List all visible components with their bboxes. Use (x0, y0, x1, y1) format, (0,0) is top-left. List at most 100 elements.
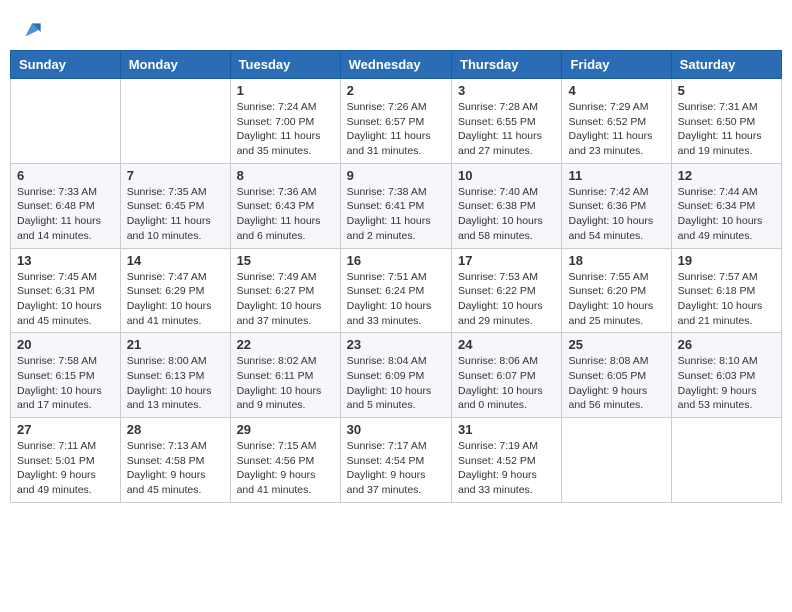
calendar-cell: 27 Sunrise: 7:11 AMSunset: 5:01 PMDaylig… (11, 418, 121, 503)
day-info: Sunrise: 7:44 AMSunset: 6:34 PMDaylight:… (678, 185, 775, 244)
calendar-cell: 2 Sunrise: 7:26 AMSunset: 6:57 PMDayligh… (340, 79, 451, 164)
day-number: 30 (347, 422, 445, 437)
logo-icon (22, 20, 42, 40)
calendar-cell: 9 Sunrise: 7:38 AMSunset: 6:41 PMDayligh… (340, 163, 451, 248)
day-info: Sunrise: 7:17 AMSunset: 4:54 PMDaylight:… (347, 439, 445, 498)
day-info: Sunrise: 7:47 AMSunset: 6:29 PMDaylight:… (127, 270, 224, 329)
weekday-header-wednesday: Wednesday (340, 51, 451, 79)
calendar-cell: 1 Sunrise: 7:24 AMSunset: 7:00 PMDayligh… (230, 79, 340, 164)
day-number: 31 (458, 422, 555, 437)
day-info: Sunrise: 7:13 AMSunset: 4:58 PMDaylight:… (127, 439, 224, 498)
calendar-cell: 28 Sunrise: 7:13 AMSunset: 4:58 PMDaylig… (120, 418, 230, 503)
day-info: Sunrise: 8:00 AMSunset: 6:13 PMDaylight:… (127, 354, 224, 413)
day-info: Sunrise: 7:11 AMSunset: 5:01 PMDaylight:… (17, 439, 114, 498)
calendar-cell: 19 Sunrise: 7:57 AMSunset: 6:18 PMDaylig… (671, 248, 781, 333)
day-number: 17 (458, 253, 555, 268)
day-number: 24 (458, 337, 555, 352)
calendar-cell: 20 Sunrise: 7:58 AMSunset: 6:15 PMDaylig… (11, 333, 121, 418)
day-info: Sunrise: 7:42 AMSunset: 6:36 PMDaylight:… (568, 185, 664, 244)
day-number: 27 (17, 422, 114, 437)
day-number: 10 (458, 168, 555, 183)
calendar-cell: 13 Sunrise: 7:45 AMSunset: 6:31 PMDaylig… (11, 248, 121, 333)
day-number: 18 (568, 253, 664, 268)
calendar-cell: 17 Sunrise: 7:53 AMSunset: 6:22 PMDaylig… (452, 248, 562, 333)
week-row-1: 1 Sunrise: 7:24 AMSunset: 7:00 PMDayligh… (11, 79, 782, 164)
day-number: 2 (347, 83, 445, 98)
calendar-cell: 6 Sunrise: 7:33 AMSunset: 6:48 PMDayligh… (11, 163, 121, 248)
calendar-cell: 22 Sunrise: 8:02 AMSunset: 6:11 PMDaylig… (230, 333, 340, 418)
day-number: 6 (17, 168, 114, 183)
weekday-header-friday: Friday (562, 51, 671, 79)
day-number: 15 (237, 253, 334, 268)
day-number: 3 (458, 83, 555, 98)
day-info: Sunrise: 7:31 AMSunset: 6:50 PMDaylight:… (678, 100, 775, 159)
day-info: Sunrise: 7:24 AMSunset: 7:00 PMDaylight:… (237, 100, 334, 159)
day-info: Sunrise: 7:55 AMSunset: 6:20 PMDaylight:… (568, 270, 664, 329)
day-info: Sunrise: 7:57 AMSunset: 6:18 PMDaylight:… (678, 270, 775, 329)
day-number: 22 (237, 337, 334, 352)
day-info: Sunrise: 7:38 AMSunset: 6:41 PMDaylight:… (347, 185, 445, 244)
calendar-cell: 21 Sunrise: 8:00 AMSunset: 6:13 PMDaylig… (120, 333, 230, 418)
day-info: Sunrise: 7:40 AMSunset: 6:38 PMDaylight:… (458, 185, 555, 244)
calendar-cell: 10 Sunrise: 7:40 AMSunset: 6:38 PMDaylig… (452, 163, 562, 248)
day-number: 9 (347, 168, 445, 183)
calendar-table: SundayMondayTuesdayWednesdayThursdayFrid… (10, 50, 782, 503)
day-number: 25 (568, 337, 664, 352)
day-info: Sunrise: 8:06 AMSunset: 6:07 PMDaylight:… (458, 354, 555, 413)
calendar-cell (11, 79, 121, 164)
day-info: Sunrise: 7:51 AMSunset: 6:24 PMDaylight:… (347, 270, 445, 329)
calendar-body: 1 Sunrise: 7:24 AMSunset: 7:00 PMDayligh… (11, 79, 782, 503)
weekday-header-sunday: Sunday (11, 51, 121, 79)
day-info: Sunrise: 7:15 AMSunset: 4:56 PMDaylight:… (237, 439, 334, 498)
day-number: 20 (17, 337, 114, 352)
day-number: 12 (678, 168, 775, 183)
page-header (10, 10, 782, 45)
day-info: Sunrise: 7:19 AMSunset: 4:52 PMDaylight:… (458, 439, 555, 498)
weekday-header-row: SundayMondayTuesdayWednesdayThursdayFrid… (11, 51, 782, 79)
day-info: Sunrise: 8:08 AMSunset: 6:05 PMDaylight:… (568, 354, 664, 413)
day-number: 28 (127, 422, 224, 437)
day-info: Sunrise: 7:29 AMSunset: 6:52 PMDaylight:… (568, 100, 664, 159)
day-number: 14 (127, 253, 224, 268)
day-info: Sunrise: 7:26 AMSunset: 6:57 PMDaylight:… (347, 100, 445, 159)
calendar-cell: 11 Sunrise: 7:42 AMSunset: 6:36 PMDaylig… (562, 163, 671, 248)
weekday-header-thursday: Thursday (452, 51, 562, 79)
day-info: Sunrise: 7:49 AMSunset: 6:27 PMDaylight:… (237, 270, 334, 329)
day-number: 16 (347, 253, 445, 268)
calendar-cell: 26 Sunrise: 8:10 AMSunset: 6:03 PMDaylig… (671, 333, 781, 418)
calendar-cell (120, 79, 230, 164)
calendar-cell: 4 Sunrise: 7:29 AMSunset: 6:52 PMDayligh… (562, 79, 671, 164)
day-info: Sunrise: 8:10 AMSunset: 6:03 PMDaylight:… (678, 354, 775, 413)
day-info: Sunrise: 7:35 AMSunset: 6:45 PMDaylight:… (127, 185, 224, 244)
calendar-cell: 15 Sunrise: 7:49 AMSunset: 6:27 PMDaylig… (230, 248, 340, 333)
weekday-header-saturday: Saturday (671, 51, 781, 79)
day-info: Sunrise: 7:28 AMSunset: 6:55 PMDaylight:… (458, 100, 555, 159)
day-number: 4 (568, 83, 664, 98)
calendar-cell: 12 Sunrise: 7:44 AMSunset: 6:34 PMDaylig… (671, 163, 781, 248)
day-info: Sunrise: 7:33 AMSunset: 6:48 PMDaylight:… (17, 185, 114, 244)
calendar-cell: 25 Sunrise: 8:08 AMSunset: 6:05 PMDaylig… (562, 333, 671, 418)
calendar-cell: 23 Sunrise: 8:04 AMSunset: 6:09 PMDaylig… (340, 333, 451, 418)
day-info: Sunrise: 7:45 AMSunset: 6:31 PMDaylight:… (17, 270, 114, 329)
calendar-cell: 7 Sunrise: 7:35 AMSunset: 6:45 PMDayligh… (120, 163, 230, 248)
calendar-cell: 5 Sunrise: 7:31 AMSunset: 6:50 PMDayligh… (671, 79, 781, 164)
day-info: Sunrise: 7:36 AMSunset: 6:43 PMDaylight:… (237, 185, 334, 244)
day-number: 23 (347, 337, 445, 352)
logo (20, 20, 42, 40)
day-info: Sunrise: 7:53 AMSunset: 6:22 PMDaylight:… (458, 270, 555, 329)
calendar-cell: 31 Sunrise: 7:19 AMSunset: 4:52 PMDaylig… (452, 418, 562, 503)
day-number: 1 (237, 83, 334, 98)
calendar-cell: 16 Sunrise: 7:51 AMSunset: 6:24 PMDaylig… (340, 248, 451, 333)
calendar-cell: 30 Sunrise: 7:17 AMSunset: 4:54 PMDaylig… (340, 418, 451, 503)
day-number: 13 (17, 253, 114, 268)
week-row-3: 13 Sunrise: 7:45 AMSunset: 6:31 PMDaylig… (11, 248, 782, 333)
day-number: 21 (127, 337, 224, 352)
calendar-cell (671, 418, 781, 503)
day-number: 19 (678, 253, 775, 268)
day-number: 7 (127, 168, 224, 183)
day-number: 29 (237, 422, 334, 437)
day-info: Sunrise: 8:04 AMSunset: 6:09 PMDaylight:… (347, 354, 445, 413)
day-number: 26 (678, 337, 775, 352)
week-row-5: 27 Sunrise: 7:11 AMSunset: 5:01 PMDaylig… (11, 418, 782, 503)
calendar-cell: 3 Sunrise: 7:28 AMSunset: 6:55 PMDayligh… (452, 79, 562, 164)
